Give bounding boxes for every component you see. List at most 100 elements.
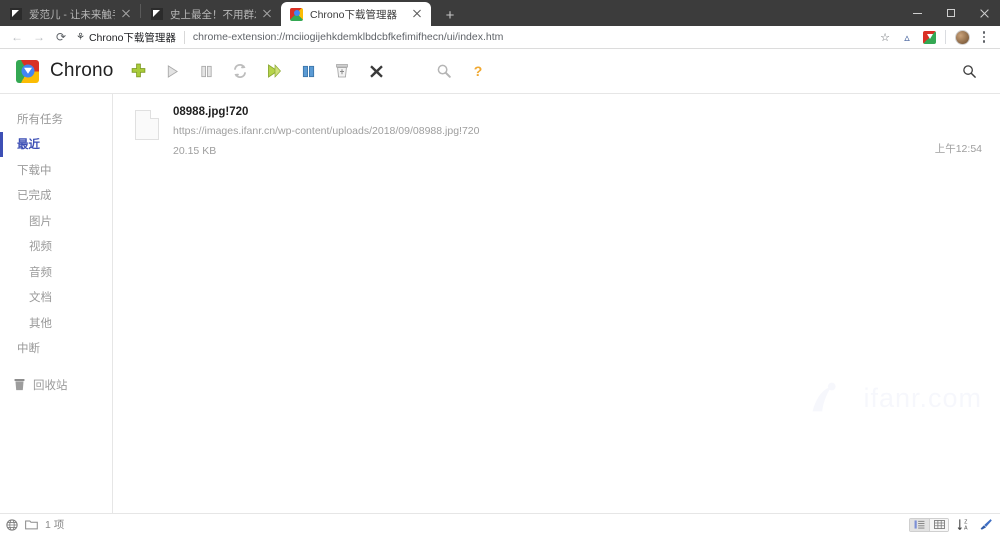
sidebar-item-completed[interactable]: 已完成 bbox=[0, 183, 112, 209]
view-mode-toggle bbox=[909, 517, 949, 532]
folder-icon[interactable] bbox=[25, 519, 38, 530]
omnibox-actions: ☆ ▵ bbox=[875, 27, 994, 47]
clear-button[interactable] bbox=[325, 55, 359, 87]
ifanr-watermark: ifanr.com bbox=[803, 375, 982, 421]
download-list: 08988.jpg!720 https://images.ifanr.cn/wp… bbox=[113, 94, 1000, 513]
magnifier-icon bbox=[437, 64, 451, 78]
add-download-button[interactable] bbox=[121, 55, 155, 87]
sidebar-item-videos[interactable]: 视频 bbox=[0, 234, 112, 260]
window-controls bbox=[901, 0, 1000, 26]
status-bar-right: Z A bbox=[909, 517, 992, 532]
forward-icon[interactable]: → bbox=[28, 27, 50, 47]
sidebar-item-recent[interactable]: 最近 bbox=[0, 131, 112, 158]
sidebar-item-recycle-bin[interactable]: 回收站 bbox=[0, 372, 112, 398]
sidebar: 所有任务 最近 下载中 已完成 图片 视频 音频 文档 其他 中断 回收站 bbox=[0, 94, 113, 513]
menu-kebab-icon[interactable] bbox=[974, 27, 994, 47]
resume-all-button[interactable] bbox=[257, 55, 291, 87]
search-downloads-button[interactable] bbox=[427, 55, 461, 87]
chrono-download-manager: Chrono ? 所有任务 最近 下载中 已完成 图片 视频 音频 文档 其他 … bbox=[0, 49, 1000, 535]
header-search-button[interactable] bbox=[952, 64, 986, 79]
download-filename: 08988.jpg!720 bbox=[173, 106, 249, 118]
browser-tab-1[interactable]: 爱范儿 - 让未来触手可及 bbox=[0, 2, 140, 26]
extension-origin-chip: ⚘ Chrono下载管理器 bbox=[76, 30, 176, 45]
cancel-button[interactable] bbox=[359, 55, 393, 87]
toolbar-divider bbox=[945, 30, 946, 44]
star-icon[interactable]: ☆ bbox=[875, 27, 895, 47]
browser-tab-2[interactable]: 史上最全！不用群发，这里总结 bbox=[141, 2, 281, 26]
browser-toolbar: ← → ⟳ ⚘ Chrono下载管理器 chrome-extension://m… bbox=[0, 26, 1000, 49]
sidebar-item-downloading[interactable]: 下载中 bbox=[0, 157, 112, 183]
document-favicon bbox=[9, 8, 22, 21]
app-toolbar: ? bbox=[121, 55, 495, 87]
status-bar-left: 1 项 bbox=[6, 517, 64, 532]
item-count-label: 1 项 bbox=[45, 519, 65, 531]
browser-tab-3-active[interactable]: Chrono下载管理器 bbox=[281, 2, 431, 26]
refresh-icon bbox=[234, 64, 246, 78]
sidebar-item-all-tasks[interactable]: 所有任务 bbox=[0, 106, 112, 132]
tab-title: Chrono下载管理器 bbox=[310, 8, 397, 21]
extension-v-icon[interactable]: ▵ bbox=[897, 27, 917, 47]
tab-title: 爱范儿 - 让未来触手可及 bbox=[29, 8, 115, 21]
app-header: Chrono ? bbox=[0, 49, 1000, 94]
svg-text:Z: Z bbox=[964, 520, 967, 526]
maximize-button[interactable] bbox=[934, 0, 967, 26]
tab-title: 史上最全！不用群发，这里总结 bbox=[170, 8, 256, 21]
profile-avatar[interactable] bbox=[952, 27, 972, 47]
sidebar-item-interrupted[interactable]: 中断 bbox=[0, 336, 112, 362]
sort-az-icon[interactable]: Z A bbox=[957, 518, 970, 531]
trash-icon bbox=[14, 379, 25, 391]
pause-button[interactable] bbox=[189, 55, 223, 87]
tab-close-icon[interactable] bbox=[120, 8, 132, 20]
browser-window: 爱范儿 - 让未来触手可及 史上最全！不用群发，这里总结 Chrono下载管理器… bbox=[0, 0, 1000, 535]
address-separator bbox=[183, 30, 185, 44]
sidebar-item-images[interactable]: 图片 bbox=[0, 208, 112, 234]
watermark-text: ifanr.com bbox=[863, 383, 982, 414]
chrono-logo-icon bbox=[16, 59, 39, 83]
download-timestamp: 上午12:54 bbox=[934, 143, 982, 155]
back-icon[interactable]: ← bbox=[6, 27, 28, 47]
cross-icon bbox=[369, 64, 383, 78]
plus-icon bbox=[131, 63, 145, 77]
sidebar-item-audio[interactable]: 音频 bbox=[0, 259, 112, 285]
address-bar[interactable]: ⚘ Chrono下载管理器 chrome-extension://mciiogi… bbox=[76, 28, 869, 46]
download-item-meta: 08988.jpg!720 https://images.ifanr.cn/wp… bbox=[173, 106, 935, 157]
status-bar: 1 项 Z A bbox=[0, 513, 1000, 535]
chrono-favicon bbox=[290, 7, 303, 21]
tab-close-icon[interactable] bbox=[411, 8, 423, 20]
download-url: https://images.ifanr.cn/wp-content/uploa… bbox=[173, 125, 480, 137]
retry-button[interactable] bbox=[223, 55, 257, 87]
close-window-button[interactable] bbox=[967, 0, 1000, 26]
grid-view-icon[interactable] bbox=[929, 518, 948, 531]
document-favicon bbox=[150, 8, 163, 21]
trash-icon bbox=[336, 64, 348, 78]
resume-button[interactable] bbox=[155, 55, 189, 87]
app-body: 所有任务 最近 下载中 已完成 图片 视频 音频 文档 其他 中断 回收站 08… bbox=[0, 94, 1000, 513]
extension-chip-label: Chrono下载管理器 bbox=[88, 31, 176, 44]
globe-icon[interactable] bbox=[6, 518, 18, 531]
sidebar-item-other[interactable]: 其他 bbox=[0, 310, 112, 336]
search-icon bbox=[962, 64, 976, 78]
tab-strip: 爱范儿 - 让未来触手可及 史上最全！不用群发，这里总结 Chrono下载管理器… bbox=[0, 0, 1000, 26]
broom-icon[interactable] bbox=[978, 518, 992, 531]
tab-close-icon[interactable] bbox=[261, 8, 273, 20]
chrono-extension-icon[interactable] bbox=[919, 27, 939, 47]
play-all-icon bbox=[268, 64, 281, 78]
pause-icon bbox=[200, 65, 212, 77]
svg-text:A: A bbox=[964, 526, 968, 531]
download-item-row[interactable]: 08988.jpg!720 https://images.ifanr.cn/wp… bbox=[113, 94, 1000, 169]
app-brand: Chrono bbox=[16, 59, 121, 83]
download-size: 20.15 KB bbox=[173, 145, 217, 157]
watermark-logo-icon bbox=[813, 382, 837, 412]
new-tab-button[interactable]: + bbox=[437, 4, 463, 26]
minimize-button[interactable] bbox=[901, 0, 934, 26]
address-url-text: chrome-extension://mciiogijehkdemklbdcbf… bbox=[192, 31, 504, 43]
play-icon bbox=[167, 64, 178, 78]
recycle-bin-label: 回收站 bbox=[33, 379, 68, 392]
reload-icon[interactable]: ⟳ bbox=[50, 27, 72, 47]
sidebar-item-documents[interactable]: 文档 bbox=[0, 285, 112, 311]
pause-all-icon bbox=[302, 65, 314, 77]
list-view-icon[interactable] bbox=[910, 518, 929, 531]
svg-text:?: ? bbox=[474, 63, 483, 79]
help-button[interactable]: ? bbox=[461, 55, 495, 87]
pause-all-button[interactable] bbox=[291, 55, 325, 87]
